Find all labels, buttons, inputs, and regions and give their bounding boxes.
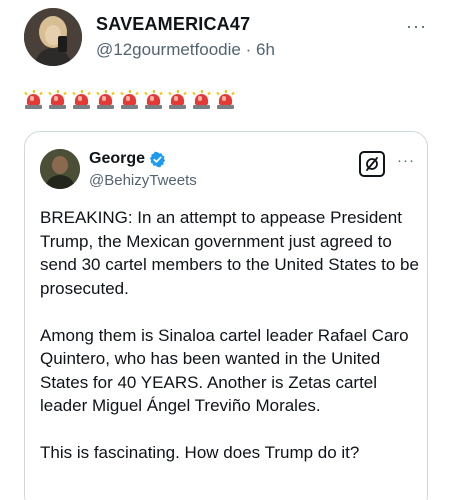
avatar-image	[24, 8, 82, 66]
siren-emoji-icon	[216, 90, 235, 110]
quoted-author-name[interactable]: George	[89, 150, 145, 168]
author-meta: @12gourmetfoodie · 6h	[96, 40, 275, 60]
quoted-post-text: BREAKING: In an attempt to appease Presi…	[40, 206, 420, 488]
quoted-author-handle[interactable]: @BehizyTweets	[89, 172, 197, 189]
post-time[interactable]: 6h	[256, 40, 275, 59]
post: SAVEAMERICA47 @12gourmetfoodie · 6h ··· …	[0, 0, 451, 500]
meta-separator: ·	[245, 40, 252, 59]
quoted-author-avatar[interactable]	[40, 149, 80, 189]
siren-emoji-icon	[48, 90, 67, 110]
quoted-post[interactable]: George @BehizyTweets ··· BREAKING: In an…	[24, 131, 428, 500]
verified-badge-icon	[149, 151, 166, 167]
siren-emoji-icon	[144, 90, 163, 110]
siren-emoji-icon	[168, 90, 187, 110]
siren-emoji-icon	[120, 90, 139, 110]
quoted-paragraph: This is fascinating. How does Trump do i…	[40, 443, 360, 462]
siren-emoji-icon	[72, 90, 91, 110]
grok-icon[interactable]	[359, 151, 385, 177]
quoted-author: George	[89, 150, 166, 168]
quoted-paragraph: Among them is Sinaloa cartel leader Rafa…	[40, 325, 409, 416]
quoted-paragraph: BREAKING: In an attempt to appease Presi…	[40, 208, 419, 298]
siren-emoji-icon	[96, 90, 115, 110]
quoted-more-options-icon[interactable]: ···	[397, 152, 415, 169]
siren-emoji-icon	[24, 90, 43, 110]
author-name[interactable]: SAVEAMERICA47	[96, 14, 250, 35]
author-avatar[interactable]	[24, 8, 82, 66]
siren-emoji-icon	[192, 90, 211, 110]
quoted-avatar-image	[40, 149, 80, 189]
grok-glyph	[366, 157, 378, 171]
author-handle[interactable]: @12gourmetfoodie	[96, 40, 241, 59]
emoji-row	[24, 90, 235, 110]
more-options-icon[interactable]: ···	[406, 16, 427, 37]
